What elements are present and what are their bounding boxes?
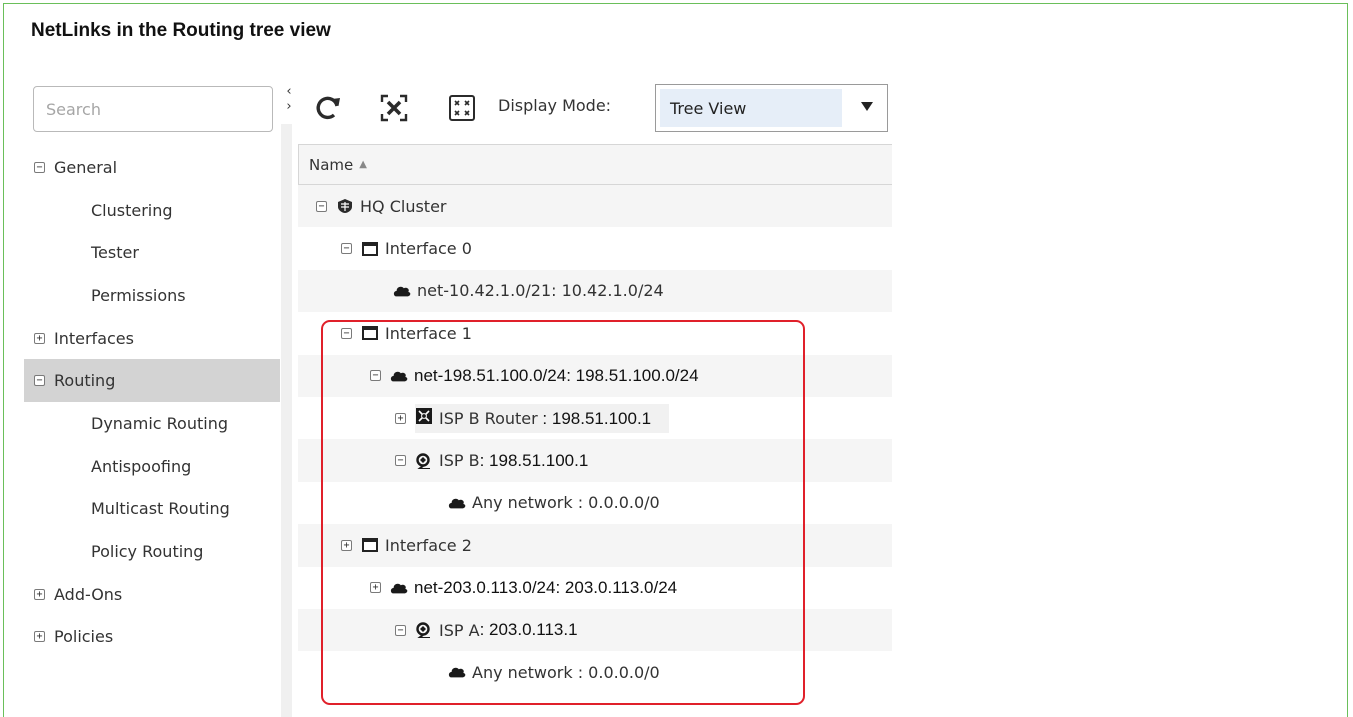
network-cloud-icon bbox=[390, 580, 408, 596]
network-cloud-icon bbox=[448, 664, 466, 680]
sidebar-item-label: Tester bbox=[91, 243, 139, 263]
sidebar-item-multicast-routing[interactable]: Multicast Routing bbox=[24, 488, 280, 531]
sidebar-item-label: Policy Routing bbox=[91, 542, 204, 562]
netlink-icon bbox=[415, 452, 433, 469]
tree-row-network[interactable]: − net-198.51.100.0/24 : 198.51.100.0/24 bbox=[298, 354, 892, 397]
routing-tree-table: Name ▲ − HQ Cluster − Interface 0 net-10… bbox=[298, 144, 892, 717]
sidebar-item-label: Add-Ons bbox=[54, 584, 123, 604]
sidebar-item-label: Routing bbox=[54, 371, 116, 391]
expand-icon[interactable]: + bbox=[395, 412, 406, 424]
sidebar-item-label: Dynamic Routing bbox=[91, 413, 228, 433]
sidebar-nav: − General Clustering Tester Permissions … bbox=[24, 146, 280, 658]
collapse-panel-icon[interactable]: ‹ › bbox=[283, 84, 295, 114]
firewall-cluster-icon bbox=[336, 198, 354, 214]
expand-icon[interactable]: + bbox=[34, 332, 45, 344]
interface-icon bbox=[361, 537, 379, 553]
sidebar-item-label: General bbox=[54, 157, 118, 177]
sidebar-item-routing[interactable]: − Routing bbox=[24, 359, 280, 403]
sidebar-item-add-ons[interactable]: + Add-Ons bbox=[24, 573, 280, 616]
sidebar-item-label: Clustering bbox=[91, 200, 173, 220]
sidebar-item-dynamic-routing[interactable]: Dynamic Routing bbox=[24, 402, 280, 445]
sidebar-item-label: Policies bbox=[54, 627, 114, 647]
panel-splitter[interactable] bbox=[281, 124, 292, 717]
sidebar-item-antispoofing[interactable]: Antispoofing bbox=[24, 445, 280, 488]
chevron-down-icon bbox=[861, 102, 873, 111]
expand-icon[interactable]: + bbox=[34, 588, 45, 600]
tree-row-network[interactable]: Any network : 0.0.0.0/0 bbox=[298, 482, 892, 524]
network-cloud-icon bbox=[448, 495, 466, 511]
figure-title: NetLinks in the Routing tree view bbox=[31, 20, 331, 41]
sidebar-item-interfaces[interactable]: + Interfaces bbox=[24, 317, 280, 360]
router-icon bbox=[415, 407, 433, 424]
display-mode-value: Tree View bbox=[660, 89, 842, 127]
tree-row-network[interactable]: + net-203.0.113.0/24 : 203.0.113.0/24 bbox=[298, 567, 892, 609]
netlink-icon bbox=[415, 622, 433, 639]
sidebar-item-label: Permissions bbox=[91, 285, 186, 305]
search-input[interactable] bbox=[33, 86, 273, 132]
tree-row-router[interactable]: + ISP B Router : 198.51.100.1 bbox=[298, 397, 892, 439]
collapse-icon[interactable]: − bbox=[316, 200, 327, 212]
fit-to-view-button[interactable] bbox=[372, 86, 416, 130]
tree-row-interface-1[interactable]: − Interface 1 bbox=[298, 312, 892, 354]
tree-row-interface-0[interactable]: − Interface 0 bbox=[298, 227, 892, 269]
sidebar-item-permissions[interactable]: Permissions bbox=[24, 274, 280, 317]
collapse-icon[interactable]: − bbox=[341, 327, 352, 339]
tree-row-hq-cluster[interactable]: − HQ Cluster bbox=[298, 185, 892, 228]
expand-all-button[interactable] bbox=[440, 86, 484, 130]
sidebar-item-policy-routing[interactable]: Policy Routing bbox=[24, 530, 280, 573]
expand-icon[interactable]: + bbox=[341, 539, 352, 551]
column-header-name[interactable]: Name ▲ bbox=[298, 144, 892, 185]
sidebar-item-label: Antispoofing bbox=[91, 456, 192, 476]
refresh-icon bbox=[316, 96, 340, 120]
tree-rows: − HQ Cluster − Interface 0 net-10.42.1.0… bbox=[298, 185, 892, 694]
tree-row-network[interactable]: net-10.42.1.0/21 : 10.42.1.0/24 bbox=[298, 269, 892, 313]
router-entry: ISP B Router : 198.51.100.1 bbox=[415, 403, 670, 433]
display-mode-label: Display Mode: bbox=[498, 96, 612, 115]
network-cloud-icon bbox=[390, 368, 408, 384]
tree-row-interface-2[interactable]: + Interface 2 bbox=[298, 524, 892, 567]
collapse-icon[interactable]: − bbox=[370, 370, 381, 382]
sidebar-item-label: Multicast Routing bbox=[91, 499, 230, 519]
interface-icon bbox=[361, 241, 379, 257]
refresh-button[interactable] bbox=[306, 86, 350, 130]
sidebar-item-label: Interfaces bbox=[54, 328, 134, 348]
interface-icon bbox=[361, 325, 379, 341]
sort-ascending-icon: ▲ bbox=[359, 159, 367, 170]
tree-row-netlink[interactable]: − ISP B : 198.51.100.1 bbox=[298, 439, 892, 482]
collapse-icon[interactable]: − bbox=[34, 375, 45, 387]
fit-to-view-icon bbox=[380, 94, 408, 122]
display-mode-select[interactable]: Tree View bbox=[655, 84, 888, 132]
expand-icon[interactable]: + bbox=[34, 631, 45, 643]
tree-row-netlink[interactable]: − ISP A : 203.0.113.1 bbox=[298, 608, 892, 652]
sidebar-item-clustering[interactable]: Clustering bbox=[24, 189, 280, 232]
expand-icon[interactable]: + bbox=[370, 582, 381, 594]
collapse-icon[interactable]: − bbox=[395, 455, 406, 467]
network-cloud-icon bbox=[393, 283, 411, 299]
sidebar-item-general[interactable]: − General bbox=[24, 146, 280, 189]
collapse-icon[interactable]: − bbox=[395, 624, 406, 636]
collapse-icon[interactable]: − bbox=[341, 243, 352, 255]
collapse-icon[interactable]: − bbox=[34, 161, 45, 173]
sidebar-item-policies[interactable]: + Policies bbox=[24, 616, 280, 659]
tree-row-network[interactable]: Any network : 0.0.0.0/0 bbox=[298, 651, 892, 693]
sidebar-item-tester[interactable]: Tester bbox=[24, 231, 280, 274]
expand-all-icon bbox=[449, 95, 475, 121]
